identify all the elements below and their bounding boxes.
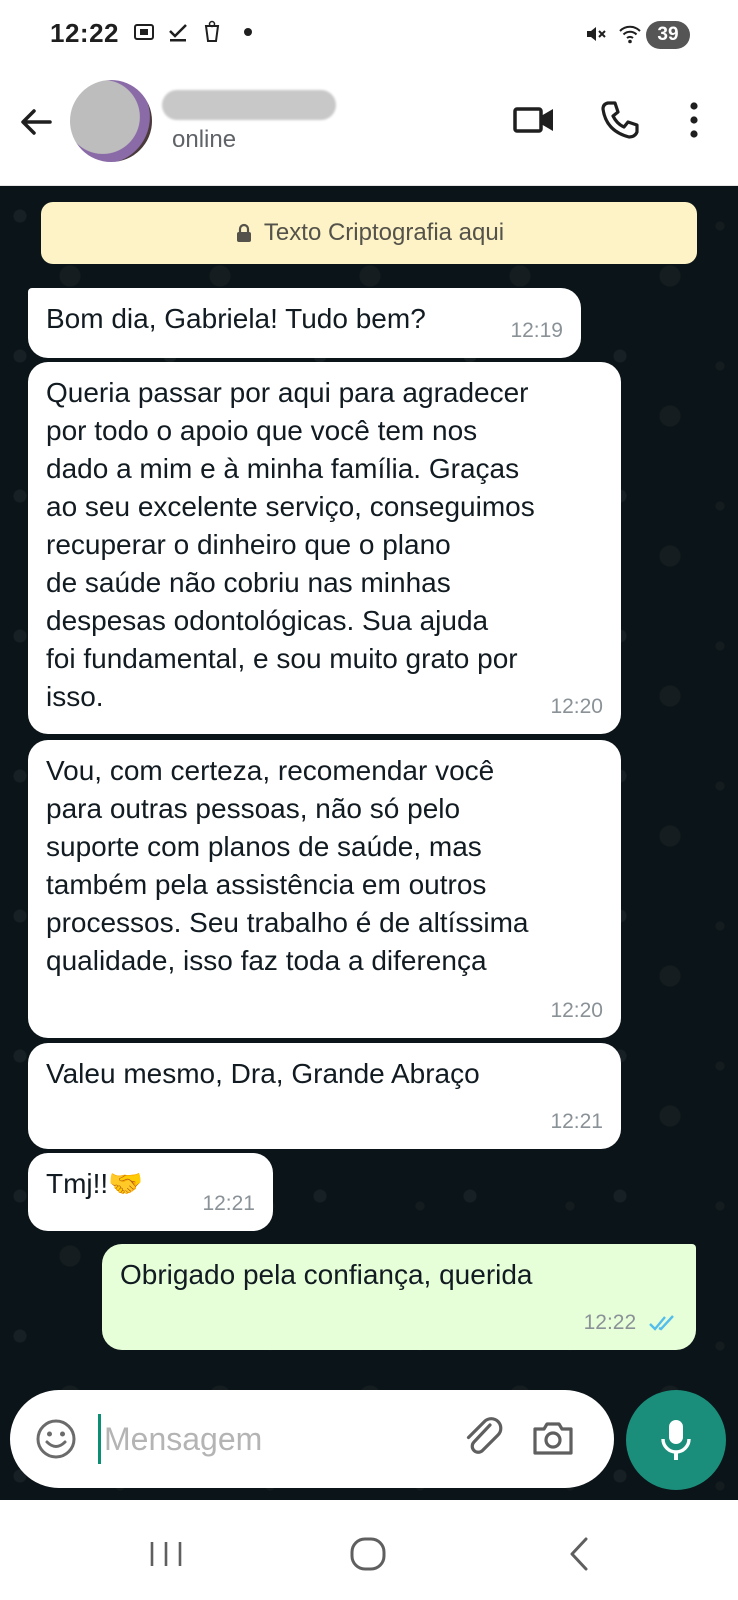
back-arrow-icon[interactable] bbox=[16, 102, 56, 142]
message-text: Valeu mesmo, Dra, Grande Abraço bbox=[46, 1058, 480, 1089]
message-time: 12:20 bbox=[550, 999, 603, 1022]
home-icon[interactable] bbox=[348, 1534, 388, 1574]
chat-area[interactable]: Texto Criptografia aqui Bom dia, Gabriel… bbox=[0, 186, 738, 1500]
message-bubble[interactable]: Vou, com certeza, recomendar você para o… bbox=[28, 740, 621, 1038]
message-time-status: 12:22 bbox=[584, 1304, 678, 1342]
encryption-banner-text: Texto Criptografia aqui bbox=[263, 219, 505, 246]
mute-icon bbox=[587, 27, 606, 41]
message-time: 12:21 bbox=[550, 1110, 603, 1133]
double-check-read-icon bbox=[649, 1315, 674, 1332]
battery-indicator: 39 bbox=[646, 21, 690, 49]
wifi-icon bbox=[619, 25, 641, 44]
message-text: Obrigado pela confiança, querida bbox=[120, 1259, 533, 1290]
message-bubble[interactable]: Bom dia, Gabriela! Tudo bem? 12:19 bbox=[28, 288, 581, 358]
status-bar: 12:22 39 bbox=[0, 0, 738, 72]
message-time: 12:21 bbox=[202, 1192, 255, 1215]
emoji-icon[interactable] bbox=[34, 1417, 78, 1461]
header-actions bbox=[512, 98, 704, 142]
message-time: 12:20 bbox=[550, 695, 603, 718]
chat-header: online bbox=[0, 72, 738, 186]
message-bubble-outgoing[interactable]: Obrigado pela confiança, querida 12:22 bbox=[102, 1244, 696, 1350]
system-navigation-bar bbox=[0, 1500, 738, 1600]
encryption-banner[interactable]: Texto Criptografia aqui bbox=[41, 202, 697, 264]
more-options-icon[interactable] bbox=[684, 98, 704, 142]
avatar[interactable] bbox=[70, 80, 152, 162]
message-bubble[interactable]: Queria passar por aqui para agradecer po… bbox=[28, 362, 621, 734]
voice-message-button[interactable] bbox=[626, 1390, 726, 1490]
message-input[interactable] bbox=[104, 1414, 444, 1464]
video-call-icon[interactable] bbox=[512, 98, 556, 142]
message-time: 12:19 bbox=[510, 319, 563, 342]
voice-call-icon[interactable] bbox=[598, 98, 642, 142]
camera-icon[interactable] bbox=[530, 1415, 576, 1461]
message-composer bbox=[10, 1390, 614, 1488]
message-text: Queria passar por aqui para agradecer po… bbox=[46, 377, 535, 712]
alarm-cup-icon bbox=[204, 20, 220, 42]
message-text: Bom dia, Gabriela! Tudo bem? bbox=[46, 303, 426, 334]
message-bubble[interactable]: Tmj!!🤝 12:21 bbox=[28, 1153, 273, 1231]
contact-status: online bbox=[172, 126, 237, 153]
check-download-icon bbox=[169, 24, 187, 42]
recent-apps-icon[interactable] bbox=[146, 1534, 186, 1574]
status-icons-left bbox=[132, 20, 252, 44]
message-time: 12:22 bbox=[583, 1311, 637, 1334]
notification-dot-icon bbox=[244, 28, 252, 36]
text-caret bbox=[98, 1414, 101, 1464]
message-text: Vou, com certeza, recomendar você para o… bbox=[46, 755, 529, 976]
attachment-icon[interactable] bbox=[460, 1415, 506, 1461]
screenshot-icon bbox=[134, 24, 154, 40]
back-nav-icon[interactable] bbox=[560, 1534, 600, 1574]
lock-icon bbox=[236, 223, 251, 242]
message-bubble[interactable]: Valeu mesmo, Dra, Grande Abraço 12:21 bbox=[28, 1043, 621, 1149]
status-time: 12:22 bbox=[50, 18, 119, 48]
microphone-icon bbox=[661, 1420, 691, 1460]
redacted-contact-name[interactable] bbox=[162, 90, 336, 120]
